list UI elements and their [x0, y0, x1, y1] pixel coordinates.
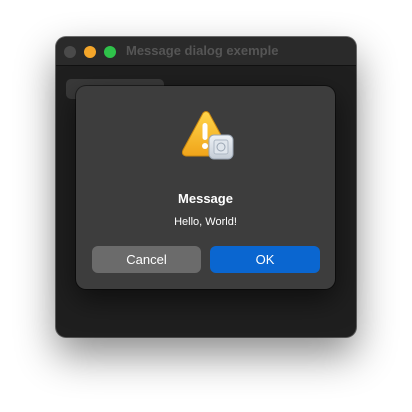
window-title: Message dialog exemple [126, 43, 279, 58]
zoom-window-button[interactable] [104, 46, 116, 58]
dialog-message: Hello, World! [174, 216, 237, 228]
cancel-button[interactable]: Cancel [92, 246, 201, 273]
minimize-window-button[interactable] [84, 46, 96, 58]
screen: Message dialog exemple Message Hello, Wo… [0, 0, 412, 412]
message-dialog: Message Hello, World! Cancel OK [76, 86, 335, 289]
warning-triangle-icon [181, 111, 234, 160]
title-bar[interactable]: Message dialog exemple [56, 37, 356, 66]
dialog-title: Message [178, 191, 233, 206]
close-window-button[interactable] [64, 46, 76, 58]
ok-button[interactable]: OK [210, 246, 320, 273]
